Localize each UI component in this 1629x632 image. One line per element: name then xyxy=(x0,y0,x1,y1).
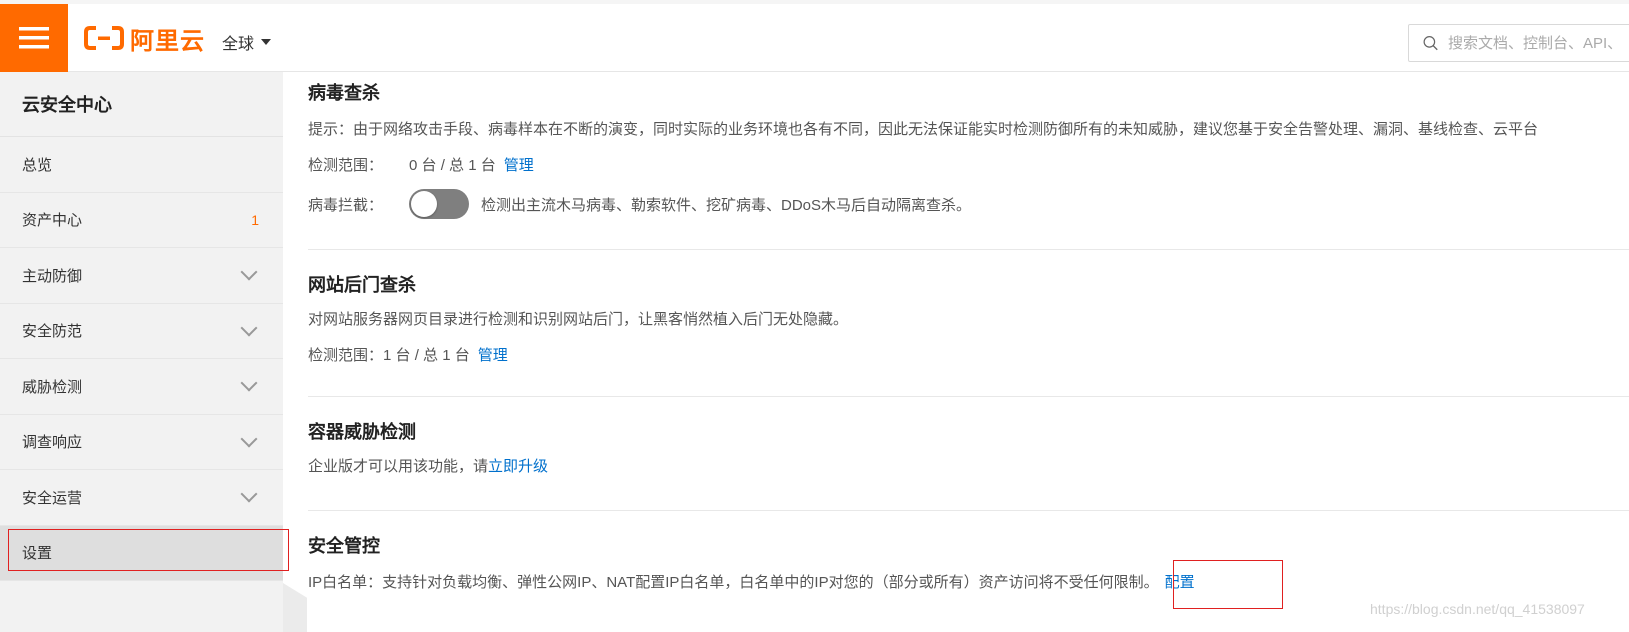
watermark-text: https://blog.csdn.net/qq_41538097 xyxy=(1370,601,1585,617)
chevron-down-icon xyxy=(240,374,258,392)
section-title: 病毒查杀 xyxy=(308,83,380,103)
sidebar-item-label: 设置 xyxy=(22,545,53,563)
chevron-down-icon xyxy=(240,319,258,337)
sidebar-item-label: 总览 xyxy=(22,156,53,174)
container-desc-row: 企业版才可以用该功能，请 立即升级 xyxy=(308,457,1629,477)
sidebar-item-overview[interactable]: 总览 xyxy=(0,137,283,193)
webshell-section: 网站后门查杀 对网站服务器网页目录进行检测和识别网站后门，让黑客悄然植入后门无处… xyxy=(308,250,1629,397)
aliyun-logo[interactable]: 阿里云 xyxy=(84,22,205,55)
virus-block-toggle[interactable] xyxy=(409,189,470,219)
chevron-down-icon xyxy=(240,485,258,503)
top-bar: 阿里云 全球 xyxy=(0,0,1629,72)
search-input[interactable] xyxy=(1448,34,1629,52)
config-link[interactable]: 配置 xyxy=(1165,573,1195,593)
sidebar-collapse-handle[interactable] xyxy=(283,583,307,632)
sidebar-item-label: 主动防御 xyxy=(22,267,83,285)
security-control-section: 安全管控 IP白名单：支持针对负载均衡、弹性公网IP、NAT配置IP白名单，白名… xyxy=(308,511,1629,593)
virus-scan-section: 病毒查杀 提示：由于网络攻击手段、病毒样本在不断的演变，同时实际的业务环境也各有… xyxy=(308,72,1629,250)
sidebar-item-label: 资产中心 xyxy=(22,212,83,230)
sidebar-item-label: 安全运营 xyxy=(22,489,83,507)
virus-block-row: 病毒拦截： 检测出主流木马病毒、勒索软件、挖矿病毒、DDoS木马后自动隔离查杀。 xyxy=(308,189,1629,219)
scope-value: 0 台 / 总 1 台 xyxy=(409,157,496,174)
chevron-down-icon xyxy=(240,430,258,448)
sidebar-item-security-prevention[interactable]: 安全防范 xyxy=(0,304,283,359)
section-title: 容器威胁检测 xyxy=(308,422,416,442)
container-desc: 企业版才可以用该功能，请 xyxy=(308,458,489,475)
section-title: 安全管控 xyxy=(308,536,380,556)
section-title: 网站后门查杀 xyxy=(308,275,416,295)
caret-down-icon xyxy=(261,39,272,45)
webshell-scope-row: 检测范围： 1 台 / 总 1 台 管理 xyxy=(308,346,1629,366)
block-label: 病毒拦截： xyxy=(308,196,384,214)
sidebar-item-active-defense[interactable]: 主动防御 xyxy=(0,248,283,304)
sidebar-item-label: 威胁检测 xyxy=(22,378,83,396)
ip-whitelist-row: IP白名单：支持针对负载均衡、弹性公网IP、NAT配置IP白名单，白名单中的IP… xyxy=(308,573,1629,593)
scope-label: 检测范围： xyxy=(308,347,384,364)
logo-text: 阿里云 xyxy=(130,27,205,55)
scope-label: 检测范围： xyxy=(308,157,384,174)
ip-whitelist-desc: IP白名单：支持针对负载均衡、弹性公网IP、NAT配置IP白名单，白名单中的IP… xyxy=(308,574,1159,591)
sidebar-item-asset-center[interactable]: 资产中心 1 xyxy=(0,193,283,248)
manage-link[interactable]: 管理 xyxy=(504,156,534,176)
sidebar-item-label: 安全防范 xyxy=(22,323,83,341)
sidebar: 云安全中心 总览 资产中心 1 主动防御 安全防范 威胁检测 调查响应 安全运营… xyxy=(0,72,283,632)
virus-scope-row: 检测范围： 0 台 / 总 1 台 管理 xyxy=(308,156,1629,176)
chevron-down-icon xyxy=(240,263,258,281)
sidebar-item-threat-detection[interactable]: 威胁检测 xyxy=(0,359,283,415)
upgrade-link[interactable]: 立即升级 xyxy=(488,457,548,477)
virus-tip-text: 提示：由于网络攻击手段、病毒样本在不断的演变，同时实际的业务环境也各有不同，因此… xyxy=(308,121,1539,138)
region-selector[interactable]: 全球 xyxy=(222,30,272,54)
scope-value: 1 台 / 总 1 台 xyxy=(383,347,470,364)
search-icon xyxy=(1423,36,1438,51)
main-content: 病毒查杀 提示：由于网络攻击手段、病毒样本在不断的演变，同时实际的业务环境也各有… xyxy=(308,72,1629,632)
region-label: 全球 xyxy=(222,36,255,53)
sidebar-item-label: 调查响应 xyxy=(22,434,83,452)
container-threat-section: 容器威胁检测 企业版才可以用该功能，请 立即升级 xyxy=(308,397,1629,511)
sidebar-item-investigation[interactable]: 调查响应 xyxy=(0,415,283,470)
manage-link[interactable]: 管理 xyxy=(478,346,508,366)
hamburger-icon xyxy=(19,27,49,49)
block-description: 检测出主流木马病毒、勒索软件、挖矿病毒、DDoS木马后自动隔离查杀。 xyxy=(481,196,972,214)
sidebar-title: 云安全中心 xyxy=(0,72,283,137)
menu-icon[interactable] xyxy=(0,4,68,72)
search-box[interactable] xyxy=(1408,24,1629,62)
sidebar-item-settings[interactable]: 设置 xyxy=(0,525,283,581)
asset-count-badge: 1 xyxy=(251,211,259,228)
toggle-knob xyxy=(411,191,438,217)
webshell-desc: 对网站服务器网页目录进行检测和识别网站后门，让黑客悄然植入后门无处隐藏。 xyxy=(308,311,849,328)
aliyun-logo-icon xyxy=(84,26,124,50)
sidebar-item-security-operations[interactable]: 安全运营 xyxy=(0,470,283,526)
